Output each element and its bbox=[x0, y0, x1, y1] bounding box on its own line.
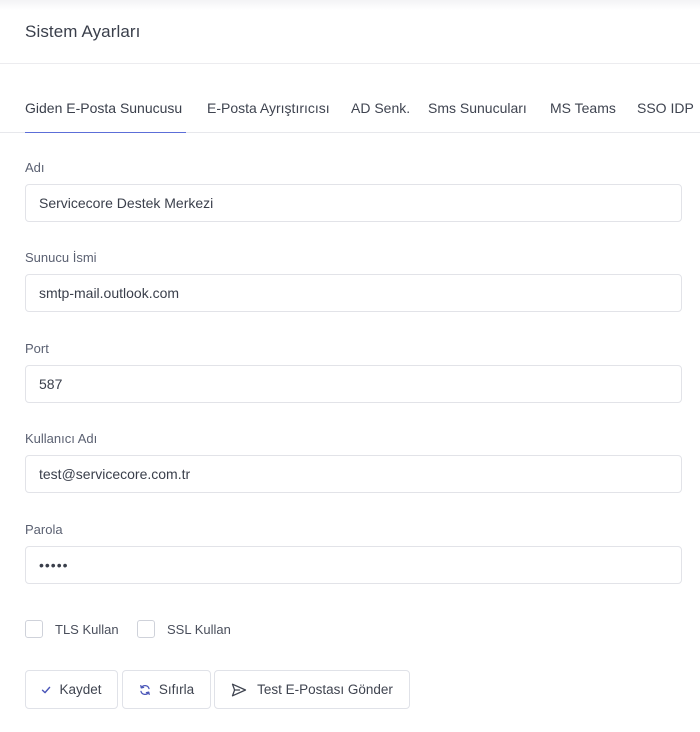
name-label: Adı bbox=[25, 160, 45, 175]
ssl-checkbox[interactable] bbox=[137, 620, 155, 638]
username-label: Kullanıcı Adı bbox=[25, 431, 98, 446]
username-input[interactable] bbox=[25, 455, 682, 493]
password-input[interactable] bbox=[25, 546, 682, 584]
send-test-email-label: Test E-Postası Gönder bbox=[257, 682, 393, 697]
tab-sso-idp[interactable]: SSO IDP bbox=[637, 100, 694, 133]
tab-outgoing-mail-server[interactable]: Giden E-Posta Sunucusu bbox=[25, 100, 186, 133]
page-header: Sistem Ayarları bbox=[0, 0, 700, 64]
tab-mail-parser[interactable]: E-Posta Ayrıştırıcısı bbox=[207, 100, 330, 133]
send-test-email-button[interactable]: Test E-Postası Gönder bbox=[214, 670, 410, 709]
reset-button-label: Sıfırla bbox=[158, 682, 195, 697]
port-label: Port bbox=[25, 341, 49, 356]
port-input[interactable] bbox=[25, 365, 682, 403]
save-button-label: Kaydet bbox=[59, 682, 102, 697]
tab-ad-sync[interactable]: AD Senk. bbox=[351, 100, 410, 133]
password-label: Parola bbox=[25, 522, 63, 537]
refresh-icon bbox=[139, 684, 151, 696]
reset-button[interactable]: Sıfırla bbox=[122, 670, 211, 709]
tab-ms-teams[interactable]: MS Teams bbox=[550, 100, 616, 133]
ssl-label: SSL Kullan bbox=[167, 622, 231, 637]
server-name-label: Sunucu İsmi bbox=[25, 250, 97, 265]
name-input[interactable] bbox=[25, 184, 682, 222]
tab-sms-servers[interactable]: Sms Sunucuları bbox=[428, 100, 527, 133]
settings-tabs: Giden E-Posta Sunucusu E-Posta Ayrıştırı… bbox=[0, 92, 700, 133]
tls-label: TLS Kullan bbox=[55, 622, 119, 637]
server-name-input[interactable] bbox=[25, 274, 682, 312]
save-button[interactable]: Kaydet bbox=[25, 670, 118, 709]
send-icon bbox=[231, 683, 247, 697]
check-icon bbox=[41, 685, 51, 695]
page-title: Sistem Ayarları bbox=[25, 22, 141, 41]
tls-checkbox[interactable] bbox=[25, 620, 43, 638]
